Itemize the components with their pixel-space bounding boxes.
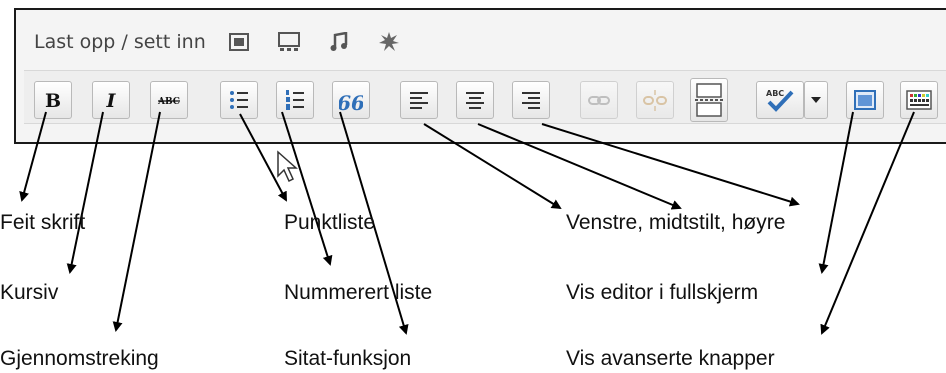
arrow-italic: [66, 111, 104, 274]
arrow-strikethrough: [112, 111, 161, 332]
arrow-advanced: [820, 111, 915, 335]
label-bold: Feit skrift: [0, 211, 86, 234]
label-blockquote: Sitat-funksjon: [284, 347, 412, 370]
label-alignment: Venstre, midtstilt, høyre: [566, 211, 786, 234]
arrow-numbered-list: [281, 111, 333, 266]
label-italic: Kursiv: [0, 281, 59, 304]
label-bullet-list: Punktliste: [284, 211, 376, 234]
arrow-bold: [19, 111, 47, 202]
arrow-fullscreen: [818, 111, 854, 274]
label-fullscreen: Vis editor i fullskjerm: [566, 281, 759, 304]
annotation-arrows: [19, 111, 915, 335]
label-advanced: Vis avanserte knapper: [566, 347, 775, 370]
label-strikethrough: Gjennomstreking: [0, 347, 159, 370]
arrow-align-left: [423, 123, 562, 210]
label-numbered-list: Nummerert liste: [284, 281, 433, 304]
mouse-cursor-icon: [277, 150, 298, 183]
arrow-align-right: [541, 123, 800, 207]
